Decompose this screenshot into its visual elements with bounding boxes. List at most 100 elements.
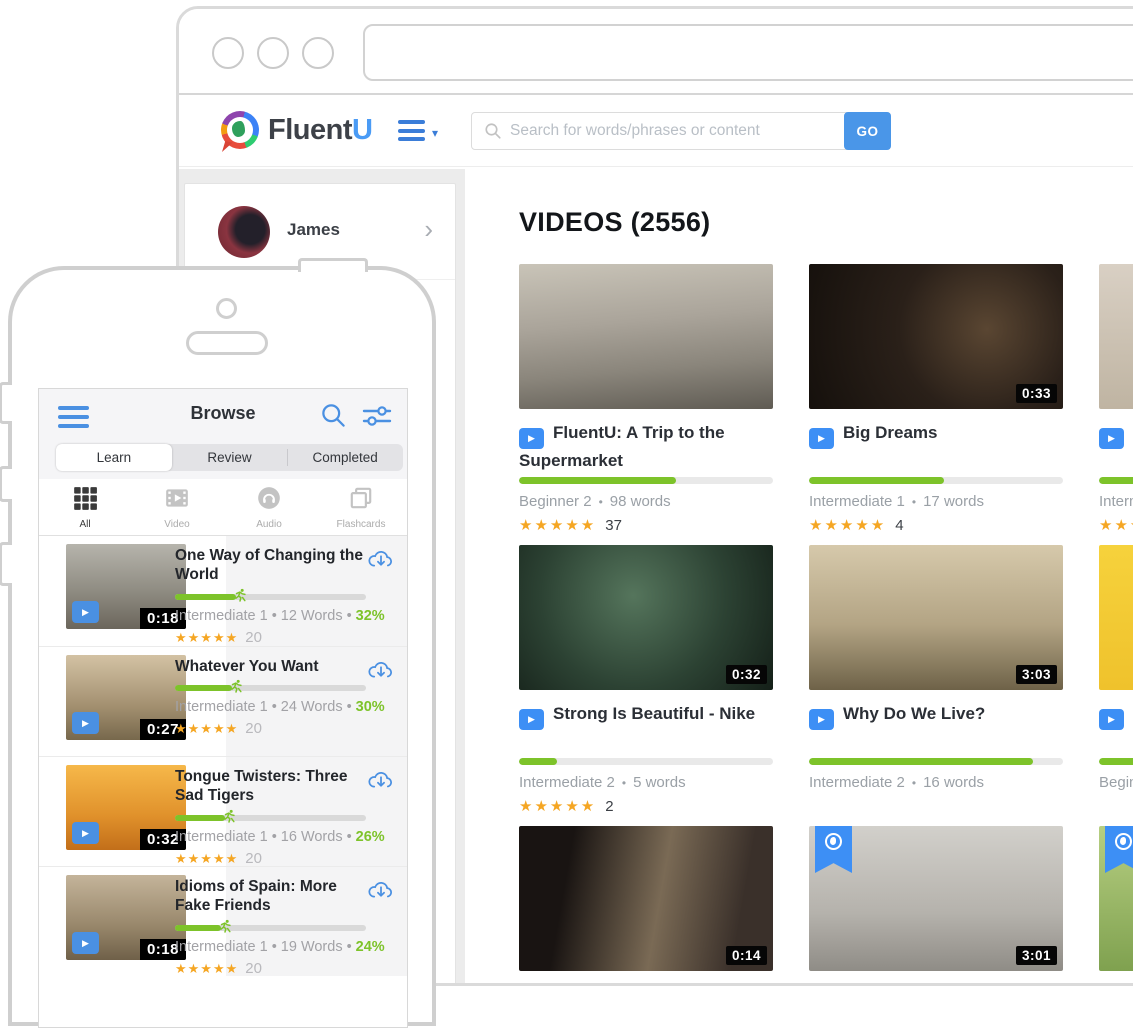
lesson-list-item[interactable]: ▶ 0:32 Tongue Twisters: Three Sad Tigers — [39, 756, 407, 866]
category-label: Video — [164, 519, 189, 530]
lesson-list-item[interactable]: ▶ 0:27 Whatever You Want — [39, 646, 407, 756]
video-title-row: ▶ Big Dreams — [809, 421, 1063, 477]
globe-icon — [825, 833, 842, 850]
progress-percent: 32% — [356, 608, 385, 624]
progress-bar — [175, 815, 366, 821]
download-cloud-icon[interactable] — [367, 767, 395, 796]
window-control-zoom[interactable] — [302, 37, 334, 69]
bullet-separator: • — [272, 699, 277, 715]
video-title[interactable]: Strong Is Beautiful - Nike — [553, 704, 755, 723]
progress-bar — [175, 925, 366, 931]
video-meta: Intermediate — [1099, 493, 1133, 510]
play-icon[interactable]: ▶ — [72, 601, 99, 623]
rating-count: 20 — [245, 720, 262, 737]
category-label: Flashcards — [337, 519, 386, 530]
video-thumbnail[interactable]: 0:33 — [809, 264, 1063, 409]
url-bar[interactable] — [363, 24, 1133, 81]
progress-percent: 24% — [356, 939, 385, 955]
brand-accent-letter: U — [352, 114, 372, 146]
video-title[interactable]: FluentU: A Trip to the Supermarket — [519, 423, 725, 470]
video-thumbnail[interactable] — [1099, 545, 1133, 690]
tab[interactable]: Learn — [56, 444, 172, 471]
rating-count: 2 — [605, 798, 613, 815]
grid-icon — [72, 485, 98, 516]
play-icon[interactable]: ▶ — [72, 712, 99, 734]
star-rating: ★★★★★ — [175, 851, 238, 866]
rating-row: ★★★★★20 — [175, 960, 397, 977]
play-icon[interactable]: ▶ — [809, 428, 834, 449]
level-label: Beginner — [1099, 774, 1133, 791]
fluentu-ribbon-badge — [815, 826, 852, 873]
star-rating: ★★★★★ — [175, 630, 238, 645]
category-item-video[interactable]: Video — [131, 479, 223, 535]
tab[interactable]: Review — [172, 444, 288, 471]
category-item-flashcards[interactable]: Flashcards — [315, 479, 407, 535]
download-cloud-icon[interactable] — [367, 657, 395, 686]
progress-bar — [809, 758, 1063, 765]
lesson-thumbnail[interactable]: ▶ 0:27 — [66, 655, 186, 740]
play-icon[interactable]: ▶ — [72, 932, 99, 954]
video-title-row: ▶3 — [1099, 421, 1133, 477]
category-item-all[interactable]: All — [39, 479, 131, 535]
video-thumbnail[interactable]: 0:14 — [519, 826, 773, 971]
tab-label: Completed — [313, 450, 378, 465]
lesson-title: Idioms of Spain: More Fake Friends — [175, 877, 397, 916]
duration-badge: 0:33 — [1016, 384, 1057, 403]
tab[interactable]: Completed — [287, 444, 403, 471]
fluentu-ribbon-badge — [1105, 826, 1133, 873]
play-icon[interactable]: ▶ — [72, 822, 99, 844]
video-thumbnail[interactable] — [1099, 264, 1133, 409]
lesson-thumbnail[interactable]: ▶ 0:18 — [66, 875, 186, 960]
video-title[interactable]: Why Do We Live? — [843, 704, 985, 723]
fluentu-logo[interactable]: FluentU — [221, 111, 372, 149]
phone-volume-down-button — [0, 542, 12, 586]
lesson-list-item[interactable]: ▶ 0:18 One Way of Changing the World — [39, 536, 407, 646]
phone-screen: Browse Learn Review Completed Al — [38, 388, 408, 1028]
rating-row: ★★★★★ — [1099, 516, 1133, 534]
rating-count: 20 — [245, 850, 262, 867]
play-icon[interactable]: ▶ — [519, 709, 544, 730]
category-item-audio[interactable]: Audio — [223, 479, 315, 535]
video-thumbnail[interactable] — [519, 264, 773, 409]
phone-camera — [216, 298, 237, 319]
bullet-separator: • — [599, 495, 603, 509]
video-thumbnail[interactable]: 0:32 — [519, 545, 773, 690]
menu-button[interactable]: ▾ — [398, 120, 438, 146]
play-icon[interactable]: ▶ — [1099, 709, 1124, 730]
play-icon[interactable]: ▶ — [519, 428, 544, 449]
lesson-meta: Intermediate 1•24 Words•30% — [175, 699, 397, 715]
star-rating: ★★★★★ — [175, 961, 238, 976]
lesson-title: Tongue Twisters: Three Sad Tigers — [175, 767, 397, 806]
filter-sliders-icon[interactable] — [362, 403, 392, 434]
lesson-title: Whatever You Want — [175, 657, 397, 676]
bullet-separator: • — [347, 608, 352, 624]
search-go-button[interactable]: GO — [844, 112, 891, 150]
duration-badge: 0:32 — [726, 665, 767, 684]
download-cloud-icon[interactable] — [367, 877, 395, 906]
video-title[interactable]: Big Dreams — [843, 423, 937, 442]
page-title: VIDEOS (2556) — [519, 207, 1133, 238]
lesson-list-item[interactable]: ▶ 0:18 Idioms of Spain: More Fake Friend… — [39, 866, 407, 976]
window-control-minimize[interactable] — [257, 37, 289, 69]
lesson-meta: Intermediate 1•16 Words•26% — [175, 829, 397, 845]
window-control-close[interactable] — [212, 37, 244, 69]
video-card: 0:14 — [519, 826, 773, 986]
lesson-body: Tongue Twisters: Three Sad Tigers — [175, 767, 397, 867]
video-thumbnail[interactable]: 3:03 — [809, 545, 1063, 690]
play-icon[interactable]: ▶ — [809, 709, 834, 730]
lesson-list: ▶ 0:18 One Way of Changing the World — [39, 536, 407, 976]
play-icon[interactable]: ▶ — [1099, 428, 1124, 449]
lesson-thumbnail[interactable]: ▶ 0:18 — [66, 544, 186, 629]
search-icon[interactable] — [320, 402, 347, 434]
download-cloud-icon[interactable] — [367, 546, 395, 575]
lesson-thumbnail[interactable]: ▶ 0:32 — [66, 765, 186, 850]
level-label: Intermediate — [1099, 493, 1133, 510]
video-thumbnail[interactable] — [1099, 826, 1133, 971]
search-input[interactable] — [510, 122, 844, 140]
progress-bar — [175, 594, 366, 600]
progress-bar — [1099, 758, 1133, 765]
tab-label: Review — [207, 450, 251, 465]
star-rating: ★★★★★ — [519, 517, 596, 534]
video-thumbnail[interactable]: 3:01 — [809, 826, 1063, 971]
bullet-separator: • — [272, 608, 277, 624]
